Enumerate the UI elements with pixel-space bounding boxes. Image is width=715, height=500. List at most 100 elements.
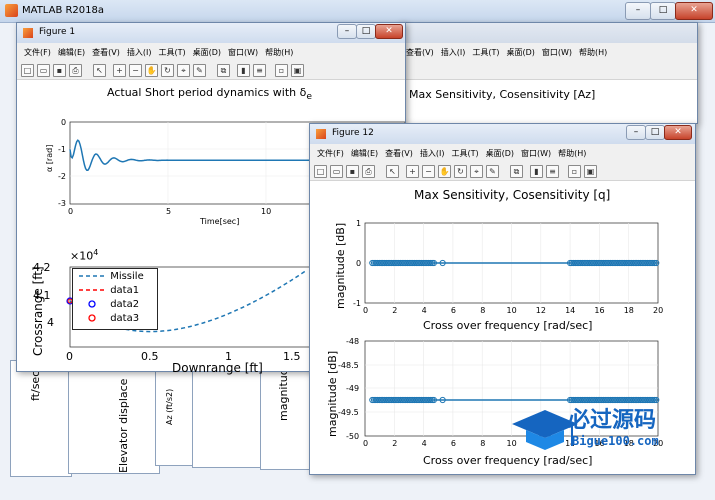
menu-item[interactable]: 窗口(W) — [542, 47, 572, 58]
menu-edit[interactable]: 编辑(E) — [58, 47, 85, 58]
data-cursor-icon[interactable]: ⌖ — [177, 64, 190, 77]
menu-insert[interactable]: 插入(I) — [420, 148, 445, 159]
legend-icon[interactable]: ≡ — [253, 64, 266, 77]
zoom-in-icon[interactable]: + — [113, 64, 126, 77]
open-file-icon[interactable]: ▭ — [330, 165, 343, 178]
menu-insert[interactable]: 插入(I) — [127, 47, 152, 58]
menu-window[interactable]: 窗口(W) — [228, 47, 258, 58]
menu-file[interactable]: 文件(F) — [24, 47, 51, 58]
legend-icon[interactable]: ≡ — [546, 165, 559, 178]
figure-12-minimize-button[interactable]: – — [626, 125, 646, 140]
xtick: 0 — [363, 306, 369, 315]
new-figure-icon[interactable]: □ — [314, 165, 327, 178]
show-plot-tools-icon[interactable]: ▣ — [291, 64, 304, 77]
matlab-window-title: MATLAB R2018a — [22, 5, 105, 16]
rotate-icon[interactable]: ↻ — [454, 165, 467, 178]
xtick: 2 — [392, 306, 398, 315]
bottom-ylabel: Crossrange [ft] — [31, 266, 45, 356]
pan-icon[interactable]: ✋ — [438, 165, 451, 178]
colorbar-icon[interactable]: ▮ — [530, 165, 543, 178]
figure-1-minimize-button[interactable]: – — [337, 24, 357, 39]
show-plot-tools-icon[interactable]: ▣ — [584, 165, 597, 178]
figure-1-close-button[interactable]: ✕ — [375, 24, 403, 39]
pointer-icon[interactable]: ↖ — [93, 64, 106, 77]
figure-12-maximize-button[interactable]: □ — [645, 125, 665, 140]
figure-12-close-button[interactable]: ✕ — [664, 125, 692, 140]
hide-plot-tools-icon[interactable]: ▫ — [568, 165, 581, 178]
legend-label: data3 — [110, 313, 140, 324]
background-window[interactable]: Elevator displace — [68, 362, 160, 474]
link-plot-icon[interactable]: ⧉ — [510, 165, 523, 178]
menu-item[interactable]: 插入(I) — [441, 47, 466, 58]
menu-tools[interactable]: 工具(T) — [158, 47, 185, 58]
figure-az-canvas: Max Sensitivity, Cosensitivity [Az] — [399, 80, 697, 123]
menu-tools[interactable]: 工具(T) — [451, 148, 478, 159]
xtick: 16 — [594, 306, 605, 315]
figure-az-plot-title: Max Sensitivity, Cosensitivity [Az] — [409, 88, 596, 101]
maximize-button[interactable]: □ — [650, 2, 676, 20]
menu-desktop[interactable]: 桌面(D) — [193, 47, 221, 58]
close-button[interactable]: ✕ — [675, 2, 713, 20]
figure-12-toolbar: □ ▭ ▪ ⎙ ↖ + − ✋ ↻ ⌖ ✎ ⧉ ▮ ≡ ▫ ▣ — [310, 162, 695, 181]
top-xtick: 0 — [68, 207, 74, 216]
data-cursor-icon[interactable]: ⌖ — [470, 165, 483, 178]
xtick: 14 — [565, 306, 576, 315]
print-icon[interactable]: ⎙ — [362, 165, 375, 178]
figure-az-window[interactable]: 查看(V) 插入(I) 工具(T) 桌面(D) 窗口(W) 帮助(H) Max Sensi… — [398, 22, 698, 124]
colorbar-icon[interactable]: ▮ — [237, 64, 250, 77]
brush-icon[interactable]: ✎ — [193, 64, 206, 77]
menu-help[interactable]: 帮助(H) — [265, 47, 293, 58]
watermark: 必过源码 Bigue100.com — [510, 400, 710, 462]
bottom-ytick: -48 — [346, 337, 360, 346]
menu-help[interactable]: 帮助(H) — [558, 148, 586, 159]
link-plot-icon[interactable]: ⧉ — [217, 64, 230, 77]
open-file-icon[interactable]: ▭ — [37, 64, 50, 77]
menu-edit[interactable]: 编辑(E) — [351, 148, 378, 159]
background-window[interactable]: Az (ft/s2) — [155, 364, 197, 466]
menu-desktop[interactable]: 桌面(D) — [486, 148, 514, 159]
figure-1-maximize-button[interactable]: □ — [356, 24, 376, 39]
minimize-button[interactable]: – — [625, 2, 651, 20]
hide-plot-tools-icon[interactable]: ▫ — [275, 64, 288, 77]
zoom-out-icon[interactable]: − — [129, 64, 142, 77]
bottom-ytick: -48.5 — [338, 361, 359, 370]
print-icon[interactable]: ⎙ — [69, 64, 82, 77]
bottom-xtick: 0 — [66, 350, 73, 363]
legend-label: data1 — [110, 285, 140, 296]
matlab-title-bar: MATLAB R2018a – □ ✕ — [0, 0, 715, 23]
new-figure-icon[interactable]: □ — [21, 64, 34, 77]
top-xtick: 10 — [261, 207, 272, 216]
background-window[interactable]: magnitude — [260, 361, 312, 470]
xtick: 4 — [421, 306, 427, 315]
xtick: 10 — [506, 306, 517, 315]
xtick: 8 — [480, 439, 486, 448]
menu-view[interactable]: 查看(V) — [385, 148, 413, 159]
figure-az-toolbar — [399, 61, 697, 80]
exponent-base: ×10 — [70, 249, 94, 263]
brush-icon[interactable]: ✎ — [486, 165, 499, 178]
menu-window[interactable]: 窗口(W) — [521, 148, 551, 159]
pan-icon[interactable]: ✋ — [145, 64, 158, 77]
zoom-out-icon[interactable]: − — [422, 165, 435, 178]
menu-item[interactable]: 桌面(D) — [506, 47, 534, 58]
background-window[interactable]: ft/sec² — [10, 360, 72, 477]
save-icon[interactable]: ▪ — [346, 165, 359, 178]
background-ylabel: Elevator displace — [117, 378, 130, 473]
menu-item[interactable]: 帮助(H) — [579, 47, 607, 58]
menu-item[interactable]: 工具(T) — [472, 47, 499, 58]
menu-file[interactable]: 文件(F) — [317, 148, 344, 159]
menu-item[interactable]: 查看(V) — [406, 47, 434, 58]
xtick: 4 — [421, 439, 427, 448]
zoom-in-icon[interactable]: + — [406, 165, 419, 178]
rotate-icon[interactable]: ↻ — [161, 64, 174, 77]
top-ytick: -1 — [353, 299, 361, 308]
xtick: 6 — [450, 439, 456, 448]
pointer-icon[interactable]: ↖ — [386, 165, 399, 178]
figure-1-toolbar: □ ▭ ▪ ⎙ ↖ + − ✋ ↻ ⌖ ✎ ⧉ ▮ ≡ ▫ ▣ — [17, 61, 405, 80]
top-ytick: -1 — [58, 145, 66, 154]
menu-view[interactable]: 查看(V) — [92, 47, 120, 58]
save-icon[interactable]: ▪ — [53, 64, 66, 77]
background-window[interactable] — [192, 366, 264, 468]
bottom-xtick: 0.5 — [141, 350, 159, 363]
bottom-legend[interactable]: Missile data1 data2 data3 — [72, 268, 158, 330]
